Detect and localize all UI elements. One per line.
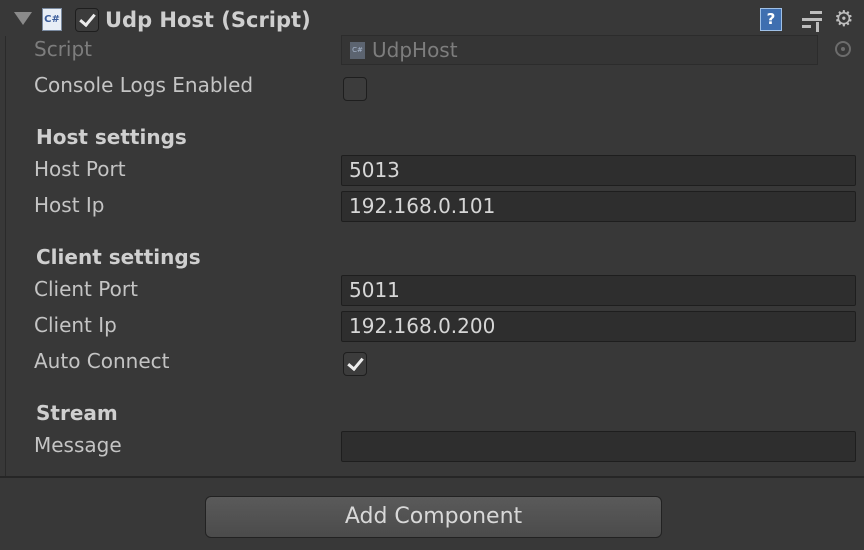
auto-connect-label: Auto Connect — [34, 349, 170, 373]
component-enabled-checkbox[interactable] — [75, 8, 99, 32]
script-label: Script — [34, 37, 93, 61]
gear-icon[interactable]: ⚙ — [834, 8, 858, 32]
triangle-down-icon[interactable] — [14, 12, 32, 25]
message-input[interactable] — [341, 431, 856, 462]
host-settings-header: Host settings — [36, 125, 187, 149]
auto-connect-checkbox[interactable] — [343, 352, 367, 376]
client-ip-label: Client Ip — [34, 313, 117, 337]
client-port-input[interactable]: 5011 — [341, 275, 856, 306]
client-settings-header: Client settings — [36, 245, 201, 269]
message-label: Message — [34, 433, 122, 457]
script-icon-text: C# — [44, 14, 60, 25]
client-ip-input[interactable]: 192.168.0.200 — [341, 311, 856, 342]
host-port-label: Host Port — [34, 157, 126, 181]
csharp-script-icon: C# — [42, 8, 62, 31]
csharp-script-icon: C# — [350, 42, 365, 59]
component-header[interactable]: C# Udp Host (Script) ? ⚙ — [0, 0, 864, 40]
help-book-icon[interactable]: ? — [760, 8, 784, 32]
check-icon — [347, 353, 364, 372]
script-object-field[interactable]: C# UdpHost — [341, 35, 818, 65]
console-logs-label: Console Logs Enabled — [34, 73, 254, 97]
client-port-label: Client Port — [34, 277, 138, 301]
presets-icon[interactable] — [800, 8, 824, 32]
check-icon — [79, 9, 96, 28]
script-value: UdpHost — [372, 38, 458, 62]
inspector-panel: C# Udp Host (Script) ? ⚙ Script C# UdpHo… — [0, 0, 864, 550]
console-logs-checkbox[interactable] — [343, 77, 367, 101]
section-divider — [0, 476, 864, 478]
indent-rule — [5, 36, 6, 476]
object-picker-icon[interactable] — [835, 41, 851, 57]
host-ip-input[interactable]: 192.168.0.101 — [341, 191, 856, 222]
host-port-input[interactable]: 5013 — [341, 155, 856, 186]
stream-header: Stream — [36, 401, 118, 425]
host-ip-label: Host Ip — [34, 193, 105, 217]
component-title[interactable]: Udp Host (Script) — [105, 8, 311, 32]
add-component-button[interactable]: Add Component — [205, 496, 662, 538]
